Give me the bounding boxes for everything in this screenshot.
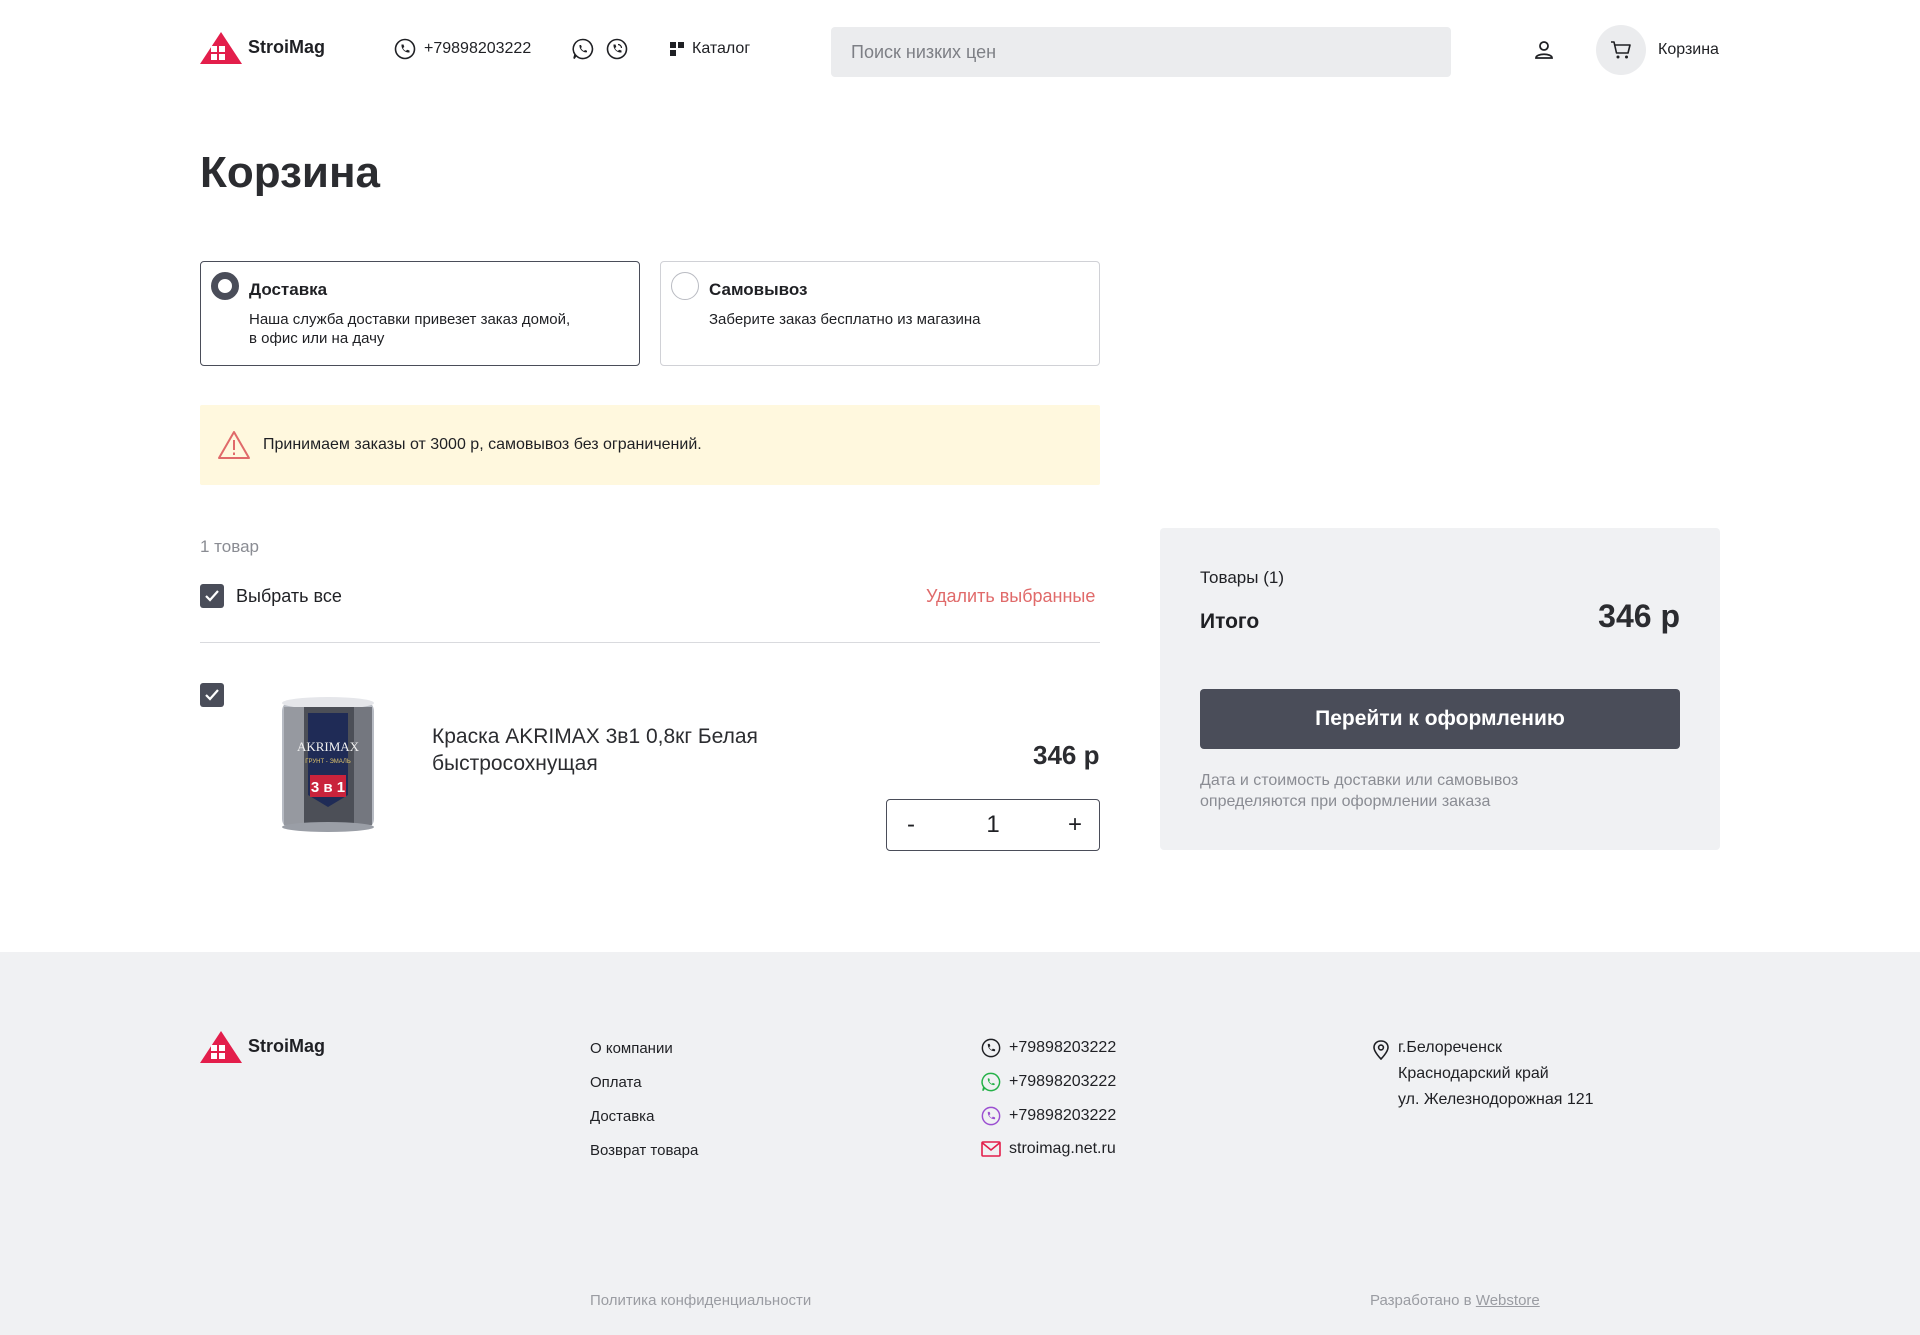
min-order-notice: Принимаем заказы от 3000 р, самовывоз бе… [200,405,1100,485]
product-image-brand: AKRIMAX [297,739,360,754]
summary-note: Дата и стоимость доставки или самовывоз … [1200,770,1640,812]
phone-icon [981,1038,1001,1058]
select-all-label: Выбрать все [236,585,342,606]
option-title: Доставка [249,280,328,299]
summary-note-line2: определяются при оформлении заказа [1200,793,1491,810]
header-phone-number: +79898203222 [424,40,532,57]
product-name-line1: Краска AKRIMAX 3в1 0,8кг Белая [432,725,758,748]
checkout-button[interactable]: Перейти к оформлению [1200,689,1680,749]
footer-phone-number: +79898203222 [1009,1039,1117,1056]
user-icon[interactable] [1533,39,1555,61]
footer-address: г.Белореченск Краснодарский край ул. Жел… [1398,1035,1594,1113]
footer-whatsapp-number: +79898203222 [1009,1073,1117,1090]
cart-label: Корзина [1658,41,1719,58]
footer-email[interactable]: stroimag.net.ru [981,1140,1116,1158]
footer-link-payment[interactable]: Оплата [590,1074,642,1091]
header-messengers [572,38,628,60]
footer-logo[interactable]: StroiMag [200,1029,325,1063]
option-title: Самовывоз [709,280,808,299]
summary-items-count: Товары (1) [1200,568,1284,587]
order-summary: Товары (1) Итого 346 р Перейти к оформле… [1160,528,1720,850]
search-input[interactable] [831,27,1451,77]
quantity-value[interactable]: 1 [986,811,999,839]
viber-icon [981,1106,1001,1126]
footer-viber[interactable]: +79898203222 [981,1106,1116,1126]
quantity-stepper: - 1 + [886,799,1100,851]
option-desc-line2: в офис или на дачу [249,330,385,347]
page-title: Корзина [200,148,380,197]
check-icon [205,689,219,701]
whatsapp-icon [981,1072,1001,1092]
header-logo[interactable]: StroiMag [200,30,325,64]
product-name[interactable]: Краска AKRIMAX 3в1 0,8кг Белая быстросох… [432,723,832,777]
header-phone[interactable]: +79898203222 [394,38,531,60]
location-pin-icon [1373,1040,1389,1060]
footer-link-delivery[interactable]: Доставка [590,1108,654,1125]
cart-icon-circle [1596,25,1646,75]
footer-logo-text: StroiMag [248,1035,326,1056]
select-all-check[interactable] [200,584,224,608]
notice-text: Принимаем заказы от 3000 р, самовывоз бе… [263,436,702,453]
quantity-minus-button[interactable]: - [899,811,923,839]
footer-link-about[interactable]: О компании [590,1040,673,1057]
developer-prefix: Разработано в [1370,1292,1472,1309]
radio-pickup[interactable] [671,272,699,300]
viber-icon[interactable] [606,38,628,60]
warning-icon [218,431,250,459]
developer-link[interactable]: Webstore [1476,1292,1540,1309]
cart-count: 1 товар [200,537,259,556]
logo-house-icon [200,1031,242,1063]
summary-note-line1: Дата и стоимость доставки или самовывоз [1200,772,1519,789]
catalog-grid-icon [670,42,684,56]
product-name-line2: быстросохнущая [432,752,598,775]
option-desc-line1: Заберите заказ бесплатно из магазина [709,311,981,328]
header-cart-button[interactable]: Корзина [1596,25,1719,75]
cart-divider [200,642,1100,643]
address-line1: г.Белореченск [1398,1039,1502,1056]
quantity-plus-button[interactable]: + [1063,811,1087,839]
delivery-option-delivery[interactable]: Доставка Наша служба доставки привезет з… [200,261,640,366]
product-image[interactable]: AKRIMAX ГРУНТ - ЭМАЛЬ 3 в 1 [278,695,378,835]
check-icon [205,590,219,602]
footer-viber-number: +79898203222 [1009,1107,1117,1124]
catalog-label: Каталог [692,40,751,57]
mail-icon [981,1141,1001,1157]
product-image-big: 3 в 1 [311,779,345,796]
summary-total-label: Итого [1200,610,1260,633]
option-desc-line1: Наша служба доставки привезет заказ домо… [249,311,571,328]
footer-email-text: stroimag.net.ru [1009,1140,1116,1157]
address-line2: Краснодарский край [1398,1065,1549,1082]
phone-icon [394,38,416,60]
footer-whatsapp[interactable]: +79898203222 [981,1072,1116,1092]
catalog-button[interactable]: Каталог [670,40,750,58]
developer-credit: Разработано в Webstore [1370,1292,1540,1309]
logo-house-icon [200,32,242,64]
summary-total-value: 346 р [1598,598,1680,634]
footer: StroiMag О компании Оплата Доставка Возв… [0,952,1920,1335]
radio-delivery[interactable] [211,272,239,300]
product-image-sub: ГРУНТ - ЭМАЛЬ [305,759,351,765]
cart-icon [1611,41,1631,59]
product-price: 346 р [1033,740,1100,770]
delete-selected-button[interactable]: Удалить выбранные [926,586,1095,607]
item-checkbox[interactable] [200,683,224,707]
address-line3: ул. Железнодорожная 121 [1398,1091,1594,1108]
logo-text: StroiMag [248,36,326,57]
delivery-option-pickup[interactable]: Самовывоз Заберите заказ бесплатно из ма… [660,261,1100,366]
select-all-checkbox[interactable]: Выбрать все [200,584,342,608]
footer-phone[interactable]: +79898203222 [981,1038,1116,1058]
privacy-policy-link[interactable]: Политика конфиденциальности [590,1292,811,1309]
whatsapp-icon[interactable] [572,38,594,60]
footer-link-returns[interactable]: Возврат товара [590,1142,698,1159]
